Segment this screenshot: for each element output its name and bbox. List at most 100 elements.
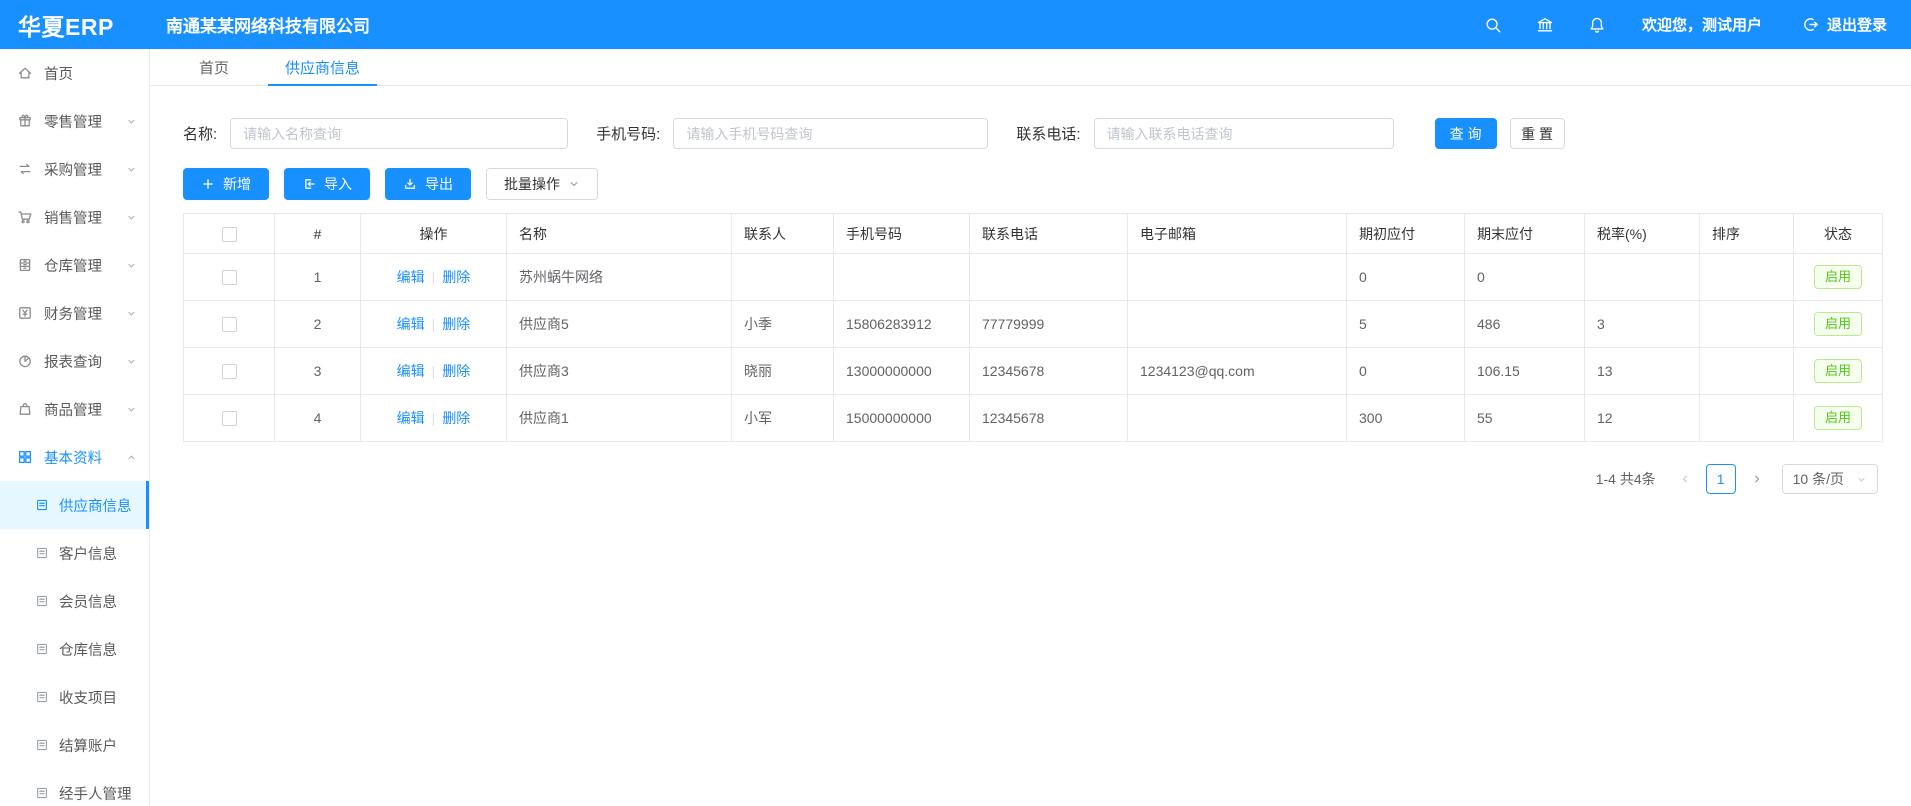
supplier-table-wrap: #操作名称联系人手机号码联系电话电子邮箱期初应付期末应付税率(%)排序状态 1编… (183, 213, 1878, 442)
reset-button[interactable]: 重 置 (1510, 118, 1565, 149)
sidebar-subitem-inout[interactable]: 收支项目 (0, 673, 149, 721)
cell-sort (1700, 254, 1794, 301)
batch-button[interactable]: 批量操作 (486, 168, 598, 200)
supplier-panel: 名称:手机号码:联系电话: 查 询 重 置 新增导入导出批量操作 #操作名称联系… (150, 118, 1911, 494)
filter-input-phone[interactable] (673, 118, 988, 149)
sidebar-subitem-depot[interactable]: 仓库信息 (0, 625, 149, 673)
filter-tel: 联系电话: (1016, 118, 1393, 149)
row-checkbox-cell (184, 348, 275, 395)
topbar-right: 欢迎您，测试用户 退出登录 (1450, 14, 1911, 35)
edit-link[interactable]: 编辑 (397, 269, 425, 285)
cell-phone: 13000000000 (834, 348, 970, 395)
filter-input-name[interactable] (230, 118, 568, 149)
pagination-next-button[interactable] (1744, 464, 1770, 494)
filter-label-name: 名称: (183, 123, 217, 144)
search-icon[interactable] (1484, 16, 1502, 34)
cell-name: 供应商3 (507, 348, 732, 395)
filter-input-tel[interactable] (1094, 118, 1394, 149)
chevron-down-icon (126, 308, 137, 319)
sidebar-subitem-label: 仓库信息 (59, 639, 117, 660)
delete-link[interactable]: 删除 (442, 410, 470, 426)
delete-link[interactable]: 删除 (442, 316, 470, 332)
column-header-11: 排序 (1700, 214, 1794, 254)
chevron-down-icon (126, 356, 137, 367)
sidebar-subitem-customer[interactable]: 客户信息 (0, 529, 149, 577)
row-index-cell: 4 (275, 395, 361, 442)
cell-email: 1234123@qq.com (1128, 348, 1347, 395)
cell-phone (834, 254, 970, 301)
sidebar-item-finance[interactable]: 财务管理 (0, 289, 149, 337)
cell-tax: 3 (1585, 301, 1700, 348)
page-size-select[interactable]: 10 条/页 (1782, 464, 1878, 494)
edit-link[interactable]: 编辑 (397, 363, 425, 379)
edit-link[interactable]: 编辑 (397, 410, 425, 426)
cell-contact (732, 254, 834, 301)
row-status-cell: 启用 (1794, 395, 1883, 442)
delete-link[interactable]: 删除 (442, 363, 470, 379)
sidebar-subitem-supplier[interactable]: 供应商信息 (0, 481, 149, 529)
page-size-value: 10 条/页 (1793, 469, 1844, 489)
sidebar-item-goods[interactable]: 商品管理 (0, 385, 149, 433)
row-checkbox[interactable] (222, 364, 237, 379)
toolbar-button-label: 导入 (324, 174, 352, 194)
column-header-2: 操作 (361, 214, 507, 254)
bell-icon[interactable] (1588, 16, 1606, 34)
row-checkbox[interactable] (222, 411, 237, 426)
cell-end: 106.15 (1465, 348, 1585, 395)
sidebar-subitem-handler[interactable]: 经手人管理 (0, 769, 149, 806)
import-button[interactable]: 导入 (284, 168, 370, 200)
tab-supplier[interactable]: 供应商信息 (264, 49, 381, 85)
row-index-cell: 2 (275, 301, 361, 348)
search-button[interactable]: 查 询 (1435, 118, 1497, 149)
row-checkbox[interactable] (222, 270, 237, 285)
home-icon (17, 65, 33, 81)
cell-end: 0 (1465, 254, 1585, 301)
row-actions-cell: 编辑|删除 (361, 395, 507, 442)
sidebar-item-home[interactable]: 首页 (0, 49, 149, 97)
sidebar-item-sales[interactable]: 销售管理 (0, 193, 149, 241)
table-row: 4编辑|删除供应商1小军15000000000123456783005512启用 (184, 395, 1883, 442)
sidebar-subitem-member[interactable]: 会员信息 (0, 577, 149, 625)
report-icon (17, 353, 33, 369)
cell-begin: 300 (1347, 395, 1465, 442)
status-badge: 启用 (1814, 265, 1862, 290)
cell-phone: 15000000000 (834, 395, 970, 442)
export-button[interactable]: 导出 (385, 168, 471, 200)
sidebar-item-report[interactable]: 报表查询 (0, 337, 149, 385)
sidebar-subitem-label: 结算账户 (59, 735, 117, 756)
sidebar-item-label: 基本资料 (44, 447, 102, 468)
select-all-checkbox[interactable] (222, 227, 237, 242)
chevron-down-icon (126, 164, 137, 175)
tab-home[interactable]: 首页 (178, 49, 250, 85)
sidebar-item-retail[interactable]: 零售管理 (0, 97, 149, 145)
welcome-text: 欢迎您，测试用户 (1642, 14, 1762, 35)
row-checkbox[interactable] (222, 317, 237, 332)
cell-email (1128, 254, 1347, 301)
bank-icon[interactable] (1536, 16, 1554, 34)
sidebar-menu: 首页零售管理采购管理销售管理仓库管理财务管理报表查询商品管理基本资料供应商信息客… (0, 49, 149, 806)
cell-sort (1700, 348, 1794, 395)
doc-icon (35, 642, 49, 656)
chevron-up-icon (126, 452, 137, 463)
cell-contact: 晓丽 (732, 348, 834, 395)
cell-contact: 小季 (732, 301, 834, 348)
pagination-prev-button[interactable] (1672, 464, 1698, 494)
action-divider: | (432, 316, 436, 332)
sidebar-item-warehouse[interactable]: 仓库管理 (0, 241, 149, 289)
column-header-9: 期末应付 (1465, 214, 1585, 254)
chevron-down-icon (126, 260, 137, 271)
doc-icon (35, 498, 49, 512)
edit-link[interactable]: 编辑 (397, 316, 425, 332)
sidebar-subitem-label: 会员信息 (59, 591, 117, 612)
sidebar-subitem-account[interactable]: 结算账户 (0, 721, 149, 769)
sidebar-item-basic[interactable]: 基本资料 (0, 433, 149, 481)
toolbar-button-label: 批量操作 (504, 174, 560, 194)
sidebar-subitem-label: 供应商信息 (59, 495, 132, 516)
pagination-page-1[interactable]: 1 (1706, 464, 1736, 494)
sidebar-item-purchase[interactable]: 采购管理 (0, 145, 149, 193)
delete-link[interactable]: 删除 (442, 269, 470, 285)
sidebar-item-label: 财务管理 (44, 303, 102, 324)
add-button[interactable]: 新增 (183, 168, 269, 200)
logout-button[interactable]: 退出登录 (1802, 14, 1887, 35)
cell-contact: 小军 (732, 395, 834, 442)
